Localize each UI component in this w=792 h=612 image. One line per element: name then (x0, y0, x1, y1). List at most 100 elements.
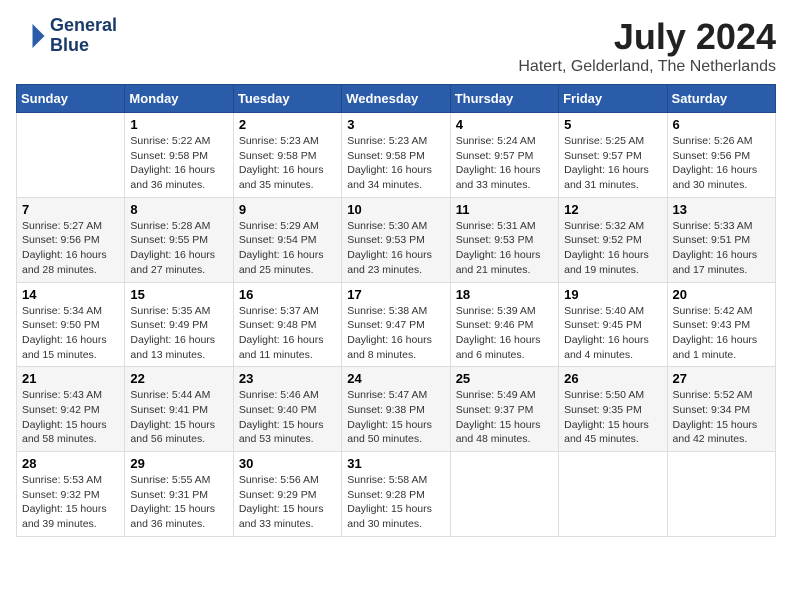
logo-line2: Blue (50, 36, 117, 56)
day-number: 12 (564, 202, 661, 217)
day-number: 18 (456, 287, 553, 302)
day-info: Sunrise: 5:22 AM Sunset: 9:58 PM Dayligh… (130, 134, 227, 193)
calendar-cell: 23 Sunrise: 5:46 AM Sunset: 9:40 PM Dayli… (233, 367, 341, 452)
calendar-cell: 28 Sunrise: 5:53 AM Sunset: 9:32 PM Dayli… (17, 452, 125, 537)
week-row-3: 14 Sunrise: 5:34 AM Sunset: 9:50 PM Dayli… (17, 282, 776, 367)
day-number: 15 (130, 287, 227, 302)
calendar-cell: 25 Sunrise: 5:49 AM Sunset: 9:37 PM Dayli… (450, 367, 558, 452)
calendar-cell: 15 Sunrise: 5:35 AM Sunset: 9:49 PM Dayli… (125, 282, 233, 367)
day-info: Sunrise: 5:40 AM Sunset: 9:45 PM Dayligh… (564, 304, 661, 363)
week-row-4: 21Sunrise: 5:43 AM Sunset: 9:42 PM Dayli… (17, 367, 776, 452)
day-number: 8 (130, 202, 227, 217)
day-number: 11 (456, 202, 553, 217)
day-number: 14 (22, 287, 119, 302)
day-number: 17 (347, 287, 444, 302)
logo-icon (16, 21, 46, 51)
day-info: Sunrise: 5:58 AM Sunset: 9:28 PM Dayligh… (347, 473, 444, 532)
day-info: Sunrise: 5:47 AM Sunset: 9:38 PM Dayligh… (347, 388, 444, 447)
day-number: 30 (239, 456, 336, 471)
day-number: 29 (130, 456, 227, 471)
header-day-wednesday: Wednesday (342, 85, 450, 113)
calendar-cell: 26Sunrise: 5:50 AM Sunset: 9:35 PM Dayli… (559, 367, 667, 452)
day-number: 27 (673, 371, 770, 386)
header-day-monday: Monday (125, 85, 233, 113)
day-number: 31 (347, 456, 444, 471)
logo-line1: General (50, 16, 117, 36)
day-number: 20 (673, 287, 770, 302)
day-info: Sunrise: 5:49 AM Sunset: 9:37 PM Dayligh… (456, 388, 553, 447)
calendar-cell: 1Sunrise: 5:22 AM Sunset: 9:58 PM Daylig… (125, 113, 233, 198)
day-info: Sunrise: 5:26 AM Sunset: 9:56 PM Dayligh… (673, 134, 770, 193)
week-row-1: 1Sunrise: 5:22 AM Sunset: 9:58 PM Daylig… (17, 113, 776, 198)
day-info: Sunrise: 5:28 AM Sunset: 9:55 PM Dayligh… (130, 219, 227, 278)
calendar-cell: 2Sunrise: 5:23 AM Sunset: 9:58 PM Daylig… (233, 113, 341, 198)
day-number: 23 (239, 371, 336, 386)
week-row-2: 7 Sunrise: 5:27 AM Sunset: 9:56 PM Daylig… (17, 197, 776, 282)
day-info: Sunrise: 5:31 AM Sunset: 9:53 PM Dayligh… (456, 219, 553, 278)
day-number: 3 (347, 117, 444, 132)
calendar-cell: 24 Sunrise: 5:47 AM Sunset: 9:38 PM Dayli… (342, 367, 450, 452)
day-number: 25 (456, 371, 553, 386)
day-number: 22 (130, 371, 227, 386)
day-number: 4 (456, 117, 553, 132)
header-day-thursday: Thursday (450, 85, 558, 113)
calendar-cell: 7 Sunrise: 5:27 AM Sunset: 9:56 PM Daylig… (17, 197, 125, 282)
header-row: SundayMondayTuesdayWednesdayThursdayFrid… (17, 85, 776, 113)
calendar-cell: 17Sunrise: 5:38 AM Sunset: 9:47 PM Dayli… (342, 282, 450, 367)
title-block: July 2024 Hatert, Gelderland, The Nether… (518, 16, 776, 76)
calendar-cell (450, 452, 558, 537)
calendar-cell: 30Sunrise: 5:56 AM Sunset: 9:29 PM Dayli… (233, 452, 341, 537)
day-info: Sunrise: 5:35 AM Sunset: 9:49 PM Dayligh… (130, 304, 227, 363)
calendar-cell: 10Sunrise: 5:30 AM Sunset: 9:53 PM Dayli… (342, 197, 450, 282)
day-number: 5 (564, 117, 661, 132)
day-info: Sunrise: 5:27 AM Sunset: 9:56 PM Dayligh… (22, 219, 119, 278)
calendar-cell: 13Sunrise: 5:33 AM Sunset: 9:51 PM Dayli… (667, 197, 775, 282)
day-info: Sunrise: 5:52 AM Sunset: 9:34 PM Dayligh… (673, 388, 770, 447)
day-number: 28 (22, 456, 119, 471)
day-info: Sunrise: 5:29 AM Sunset: 9:54 PM Dayligh… (239, 219, 336, 278)
day-number: 24 (347, 371, 444, 386)
week-row-5: 28 Sunrise: 5:53 AM Sunset: 9:32 PM Dayli… (17, 452, 776, 537)
calendar-cell: 16 Sunrise: 5:37 AM Sunset: 9:48 PM Dayli… (233, 282, 341, 367)
day-info: Sunrise: 5:23 AM Sunset: 9:58 PM Dayligh… (347, 134, 444, 193)
calendar-cell: 9Sunrise: 5:29 AM Sunset: 9:54 PM Daylig… (233, 197, 341, 282)
day-info: Sunrise: 5:55 AM Sunset: 9:31 PM Dayligh… (130, 473, 227, 532)
calendar-cell: 18Sunrise: 5:39 AM Sunset: 9:46 PM Dayli… (450, 282, 558, 367)
logo: General Blue (16, 16, 117, 56)
day-info: Sunrise: 5:53 AM Sunset: 9:32 PM Dayligh… (22, 473, 119, 532)
day-number: 16 (239, 287, 336, 302)
calendar-cell: 4Sunrise: 5:24 AM Sunset: 9:57 PM Daylig… (450, 113, 558, 198)
header-day-tuesday: Tuesday (233, 85, 341, 113)
calendar-header: SundayMondayTuesdayWednesdayThursdayFrid… (17, 85, 776, 113)
day-info: Sunrise: 5:46 AM Sunset: 9:40 PM Dayligh… (239, 388, 336, 447)
calendar-cell: 20 Sunrise: 5:42 AM Sunset: 9:43 PM Dayli… (667, 282, 775, 367)
location: Hatert, Gelderland, The Netherlands (518, 58, 776, 76)
calendar-cell: 14 Sunrise: 5:34 AM Sunset: 9:50 PM Dayli… (17, 282, 125, 367)
calendar-cell: 12 Sunrise: 5:32 AM Sunset: 9:52 PM Dayli… (559, 197, 667, 282)
calendar-cell: 31 Sunrise: 5:58 AM Sunset: 9:28 PM Dayli… (342, 452, 450, 537)
calendar-cell: 3 Sunrise: 5:23 AM Sunset: 9:58 PM Daylig… (342, 113, 450, 198)
calendar-cell (559, 452, 667, 537)
day-info: Sunrise: 5:30 AM Sunset: 9:53 PM Dayligh… (347, 219, 444, 278)
day-info: Sunrise: 5:34 AM Sunset: 9:50 PM Dayligh… (22, 304, 119, 363)
calendar-cell: 21Sunrise: 5:43 AM Sunset: 9:42 PM Dayli… (17, 367, 125, 452)
calendar-cell: 19 Sunrise: 5:40 AM Sunset: 9:45 PM Dayli… (559, 282, 667, 367)
day-number: 7 (22, 202, 119, 217)
day-info: Sunrise: 5:42 AM Sunset: 9:43 PM Dayligh… (673, 304, 770, 363)
day-info: Sunrise: 5:50 AM Sunset: 9:35 PM Dayligh… (564, 388, 661, 447)
day-info: Sunrise: 5:25 AM Sunset: 9:57 PM Dayligh… (564, 134, 661, 193)
day-info: Sunrise: 5:32 AM Sunset: 9:52 PM Dayligh… (564, 219, 661, 278)
day-info: Sunrise: 5:44 AM Sunset: 9:41 PM Dayligh… (130, 388, 227, 447)
month-title: July 2024 (518, 16, 776, 58)
day-info: Sunrise: 5:37 AM Sunset: 9:48 PM Dayligh… (239, 304, 336, 363)
logo-text: General Blue (50, 16, 117, 56)
calendar-cell: 6Sunrise: 5:26 AM Sunset: 9:56 PM Daylig… (667, 113, 775, 198)
calendar-cell (17, 113, 125, 198)
header-day-saturday: Saturday (667, 85, 775, 113)
day-number: 21 (22, 371, 119, 386)
day-info: Sunrise: 5:33 AM Sunset: 9:51 PM Dayligh… (673, 219, 770, 278)
header-day-sunday: Sunday (17, 85, 125, 113)
page-header: General Blue July 2024 Hatert, Gelderlan… (16, 16, 776, 76)
day-number: 19 (564, 287, 661, 302)
day-number: 2 (239, 117, 336, 132)
